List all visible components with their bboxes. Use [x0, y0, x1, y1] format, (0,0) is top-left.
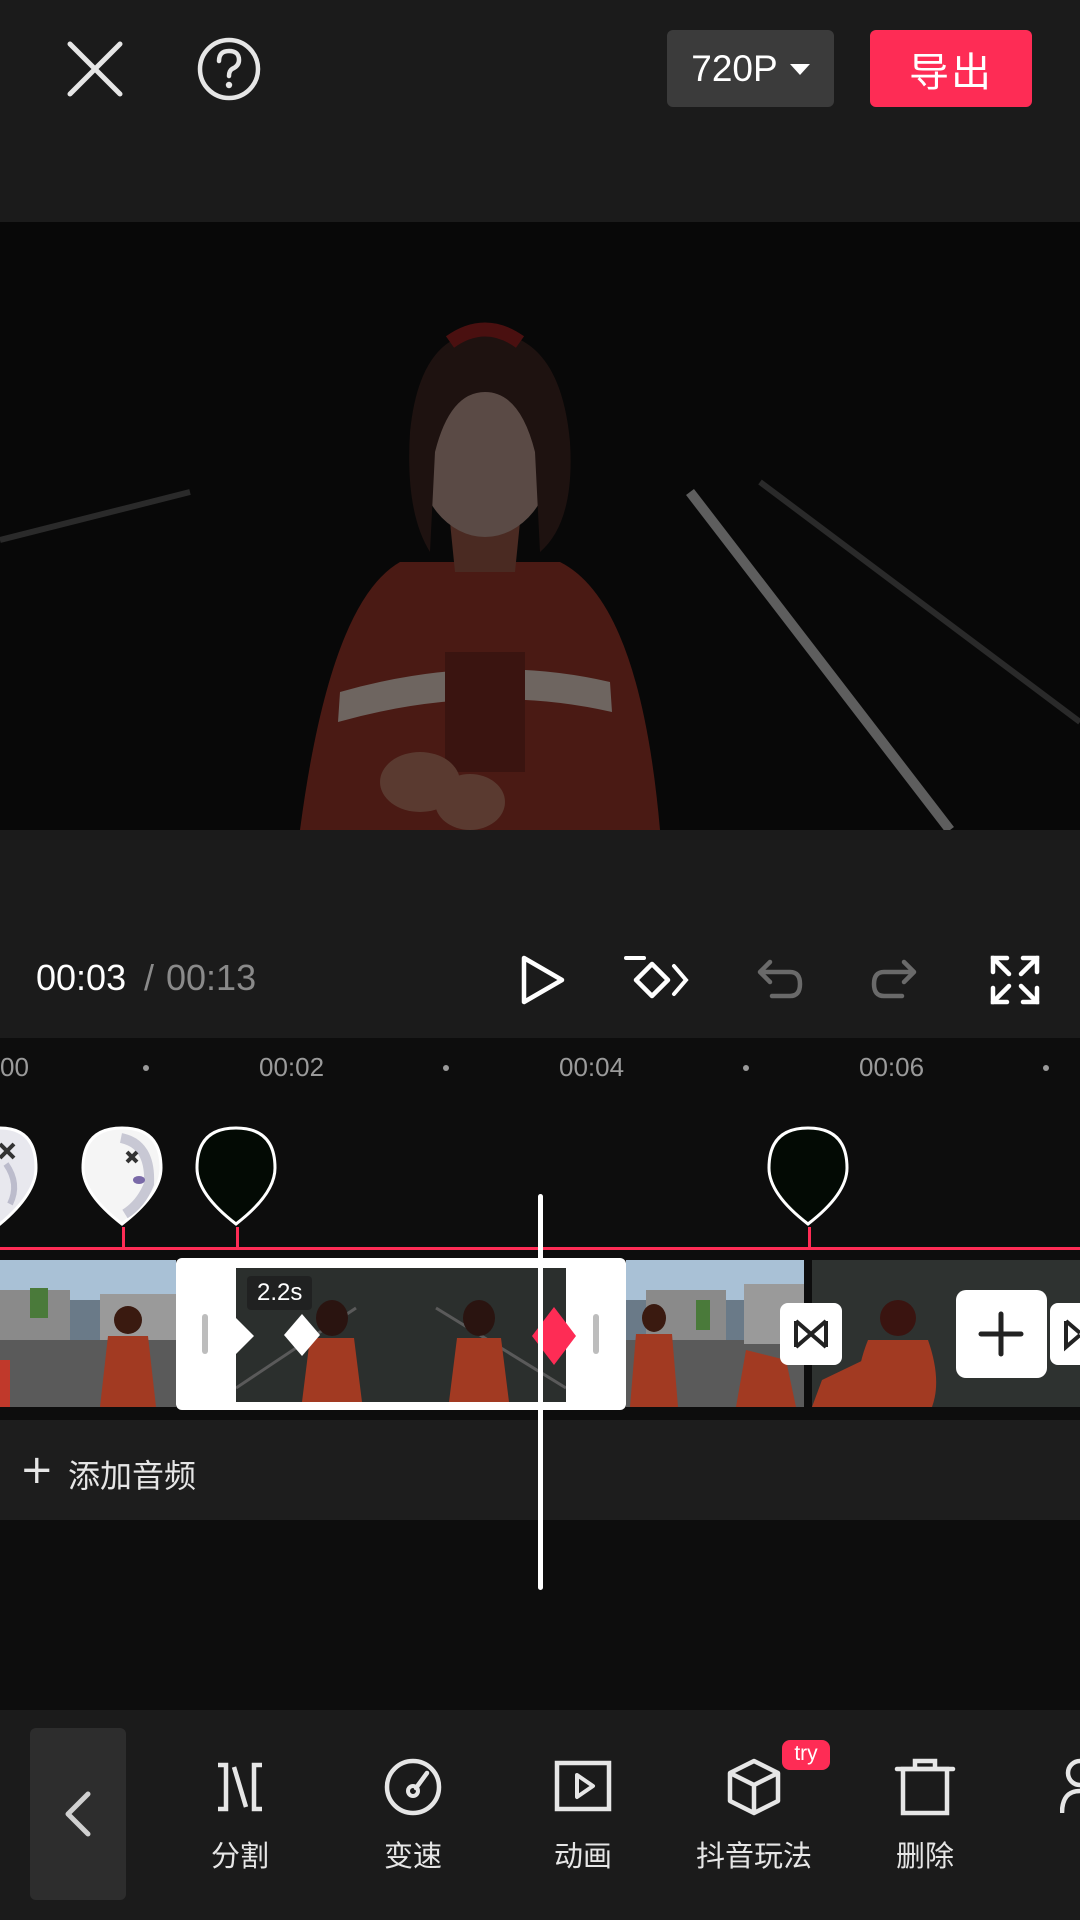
- export-button[interactable]: 导出: [870, 30, 1032, 107]
- transition-icon[interactable]: [780, 1303, 842, 1365]
- transition-icon[interactable]: [1050, 1303, 1080, 1365]
- toolbar-item-more[interactable]: [1060, 1755, 1080, 1895]
- resolution-dropdown[interactable]: 720P: [667, 30, 834, 107]
- keyframe-icon[interactable]: [622, 950, 694, 1010]
- ruler-tick: 00:04: [559, 1052, 625, 1082]
- current-time: 00:03: [36, 957, 127, 998]
- ruler-dot: [143, 1065, 149, 1071]
- ruler-tick: 00:02: [259, 1052, 325, 1082]
- sticker-marker[interactable]: [767, 1124, 849, 1232]
- play-icon[interactable]: [512, 950, 572, 1010]
- video-clip[interactable]: [626, 1260, 804, 1407]
- back-button[interactable]: [30, 1728, 126, 1900]
- toolbar-item-label: 删除: [895, 1839, 954, 1873]
- toolbar-item-label: 变速: [383, 1839, 442, 1873]
- redo-icon[interactable]: [866, 950, 926, 1010]
- toolbar-item-label: 抖音玩法: [695, 1839, 812, 1873]
- add-audio-label[interactable]: 添加音频: [68, 1451, 196, 1497]
- add-clip-button[interactable]: [956, 1290, 1047, 1378]
- person-icon: [1060, 1758, 1080, 1814]
- cube-icon: [727, 1758, 781, 1816]
- toolbar-item-delete[interactable]: 删除: [855, 1745, 995, 1885]
- fullscreen-icon[interactable]: [985, 950, 1045, 1010]
- sticker-marker[interactable]: [195, 1124, 277, 1232]
- toolbar-item-animation[interactable]: 动画: [513, 1745, 653, 1885]
- delete-icon: [894, 1758, 956, 1816]
- try-badge: try: [782, 1740, 830, 1770]
- total-time: 00:13: [166, 957, 257, 998]
- ruler-dot: [443, 1065, 449, 1071]
- ruler-tick: 00: [0, 1052, 29, 1082]
- close-icon[interactable]: [62, 36, 128, 102]
- undo-icon[interactable]: [748, 950, 808, 1010]
- speed-icon: [384, 1758, 442, 1816]
- resolution-label: 720P: [691, 47, 778, 89]
- ruler-dot: [743, 1065, 749, 1071]
- keyframe-diamond-icon[interactable]: [282, 1312, 322, 1362]
- sticker-marker[interactable]: [0, 1124, 40, 1232]
- video-preview[interactable]: [0, 222, 1080, 830]
- sticker-marker[interactable]: [81, 1124, 163, 1232]
- toolbar-item-speed[interactable]: 变速: [343, 1745, 483, 1885]
- clip-trim-handle-right[interactable]: [593, 1314, 599, 1354]
- clip-duration-badge: 2.2s: [247, 1276, 313, 1310]
- ruler-tick: 00:06: [859, 1052, 925, 1082]
- ruler-dot: [1043, 1065, 1049, 1071]
- keyframe-diamond-icon[interactable]: [228, 1316, 258, 1360]
- plus-icon: [978, 1311, 1024, 1357]
- playhead[interactable]: [538, 1194, 543, 1590]
- toolbar-item-label: 动画: [553, 1839, 612, 1873]
- plus-icon: +: [20, 1447, 54, 1493]
- animation-icon: [554, 1760, 612, 1812]
- preview-frame-image: [0, 222, 1080, 830]
- help-icon[interactable]: [194, 34, 264, 104]
- chevron-left-icon: [65, 1791, 91, 1837]
- video-clip[interactable]: [0, 1260, 176, 1407]
- split-icon: [218, 1762, 262, 1812]
- toolbar-item-split[interactable]: 分割: [170, 1745, 310, 1885]
- time-separator: /: [144, 957, 155, 998]
- caret-down-icon: [789, 64, 810, 75]
- toolbar-item-label: 分割: [210, 1839, 269, 1873]
- clip-trim-handle-left[interactable]: [202, 1314, 208, 1354]
